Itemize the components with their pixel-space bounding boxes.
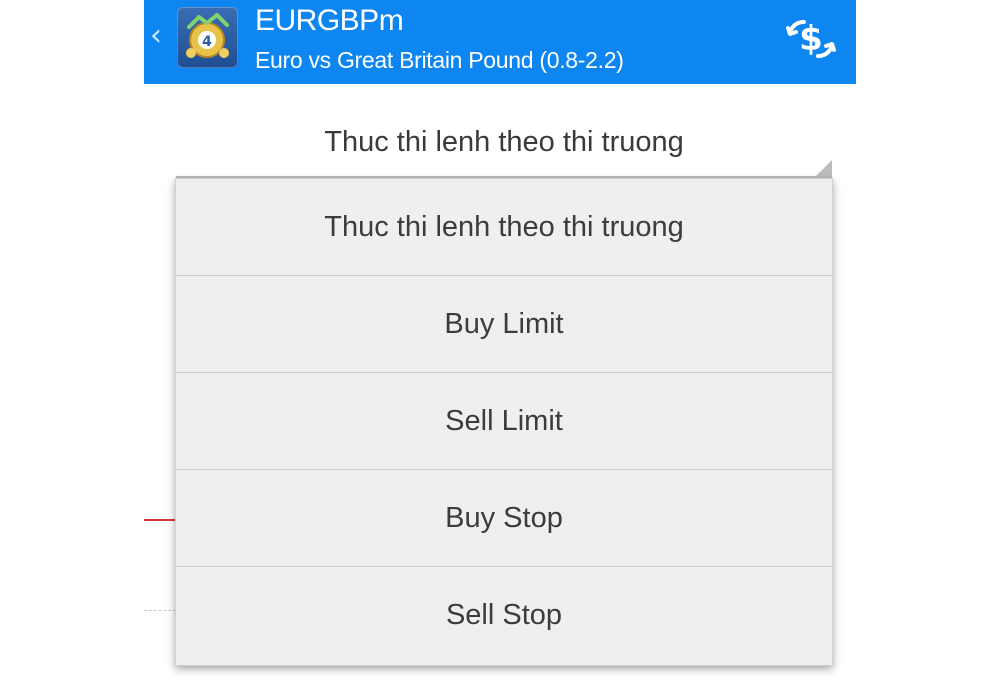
dropdown-item-label: Sell Limit [445, 405, 563, 437]
exchange-dollar-icon[interactable]: $ [784, 14, 838, 64]
dropdown-item-label: Buy Limit [444, 308, 564, 340]
symbol-description: Euro vs Great Britain Pound (0.8-2.2) [255, 47, 624, 73]
symbol-title: EURGBPm [255, 4, 404, 37]
dropdown-item-label: Thuc thi lenh theo thi truong [324, 211, 684, 243]
spinner-dropdown-indicator [814, 160, 832, 178]
dropdown-item-label: Buy Stop [445, 502, 563, 534]
dropdown-item-market-execution[interactable]: Thuc thi lenh theo thi truong [176, 179, 832, 276]
order-type-dropdown: Thuc thi lenh theo thi truong Buy Limit … [175, 178, 833, 666]
chevron-left-icon[interactable]: ‹ [150, 18, 166, 54]
action-bar: ‹ 4 EURGBPm Euro vs Great Britain Pound … [144, 0, 856, 84]
chart-price-line [144, 519, 176, 521]
svg-text:$: $ [799, 19, 823, 59]
chart-grid-line [144, 610, 176, 611]
dropdown-item-buy-stop[interactable]: Buy Stop [176, 470, 832, 567]
dropdown-item-sell-stop[interactable]: Sell Stop [176, 567, 832, 664]
dropdown-item-buy-limit[interactable]: Buy Limit [176, 276, 832, 373]
order-screen: ‹ 4 EURGBPm Euro vs Great Britain Pound … [144, 0, 856, 700]
dropdown-item-sell-limit[interactable]: Sell Limit [176, 373, 832, 470]
svg-text:4: 4 [202, 34, 212, 50]
dropdown-item-label: Sell Stop [445, 599, 563, 631]
metatrader-4-icon[interactable]: 4 [177, 7, 238, 68]
order-type-selected: Thuc thi lenh theo thi truong [324, 126, 684, 158]
order-type-spinner[interactable]: Thuc thi lenh theo thi truong [176, 112, 832, 178]
